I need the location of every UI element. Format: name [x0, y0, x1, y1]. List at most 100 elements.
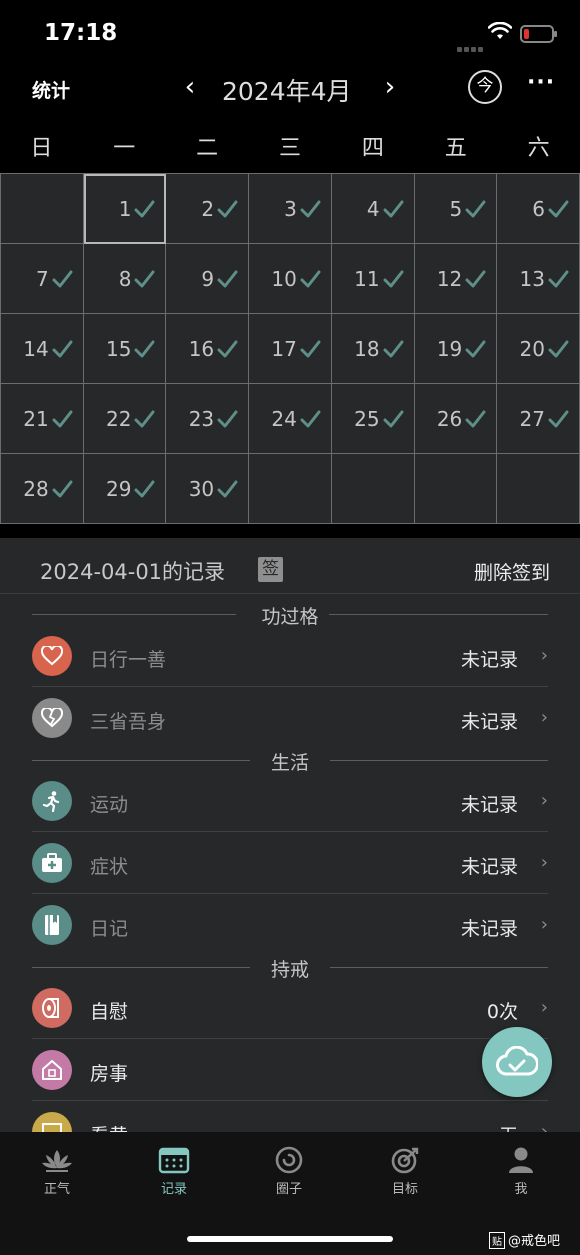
calendar-day[interactable]: 29 — [83, 454, 167, 524]
row-exercise[interactable]: 运动 未记录 › — [32, 770, 548, 832]
row-symptoms[interactable]: 症状 未记录 › — [32, 832, 548, 894]
calendar-day[interactable]: 22 — [83, 384, 167, 454]
section-life: 生活 — [32, 748, 548, 774]
calendar-day[interactable]: 20 — [497, 314, 580, 384]
calendar-day[interactable]: 8 — [83, 244, 167, 314]
calendar-day[interactable]: 27 — [497, 384, 580, 454]
row-good-deed[interactable]: 日行一善 未记录 › — [32, 625, 548, 687]
calendar-day[interactable]: 30 — [166, 454, 250, 524]
running-icon — [32, 781, 72, 821]
checkmark-icon — [216, 338, 238, 360]
calendar-day[interactable]: 26 — [414, 384, 498, 454]
calendar-day[interactable]: 1 — [83, 174, 167, 244]
calendar-day[interactable]: 6 — [497, 174, 580, 244]
calendar-empty-cell — [414, 454, 498, 524]
row-good-deed-label: 日行一善 — [90, 649, 167, 671]
checkmark-icon — [133, 198, 155, 220]
calendar-day-number: 30 — [188, 476, 215, 501]
circle-icon — [275, 1146, 303, 1174]
cloud-sync-button[interactable] — [482, 1027, 552, 1097]
row-symptoms-value: 未记录 — [460, 856, 518, 878]
calendar-day[interactable]: 9 — [166, 244, 250, 314]
checkmark-icon — [133, 268, 155, 290]
calendar-day-number: 10 — [271, 266, 297, 291]
checkmark-icon — [51, 408, 73, 430]
calendar-day-number: 16 — [188, 336, 215, 361]
calendar-header: 统计 ‹ 2024年4月 › 今 ··· — [0, 64, 580, 112]
calendar-day[interactable]: 16 — [166, 314, 250, 384]
weekday-sat: 六 — [527, 136, 550, 161]
calendar-day[interactable]: 12 — [414, 244, 498, 314]
tab-goals[interactable]: 目标 — [365, 1146, 445, 1197]
calendar-day-number: 15 — [105, 336, 132, 361]
medical-kit-icon — [32, 843, 72, 883]
calendar-day-number: 26 — [436, 406, 463, 431]
checkmark-icon — [133, 478, 155, 500]
target-icon — [391, 1147, 419, 1174]
stats-button[interactable]: 统计 — [32, 76, 70, 103]
next-month-button[interactable]: › — [378, 72, 402, 102]
checkmark-icon — [299, 338, 321, 360]
row-exercise-value: 未记录 — [460, 794, 518, 816]
checkmark-icon — [464, 198, 486, 220]
calendar-day[interactable]: 28 — [1, 454, 84, 524]
calendar-day[interactable]: 19 — [414, 314, 498, 384]
checkmark-icon — [464, 408, 486, 430]
calendar-day-number: 2 — [201, 196, 215, 221]
tab-me[interactable]: 我 — [481, 1146, 561, 1197]
calendar-day[interactable]: 3 — [249, 174, 332, 244]
row-good-deed-value: 未记录 — [460, 649, 518, 671]
calendar-day[interactable]: 11 — [331, 244, 415, 314]
calendar-day-number: 19 — [436, 336, 463, 361]
weekday-sun: 日 — [30, 136, 53, 161]
tab-records[interactable]: 记录 — [134, 1146, 214, 1197]
calendar-day[interactable]: 4 — [331, 174, 415, 244]
row-exercise-label: 运动 — [90, 794, 129, 816]
calendar-day[interactable]: 10 — [249, 244, 332, 314]
calendar-day[interactable]: 25 — [331, 384, 415, 454]
calendar-day[interactable]: 14 — [1, 314, 84, 384]
prev-month-button[interactable]: ‹ — [178, 72, 202, 102]
lotus-icon — [42, 1150, 72, 1172]
row-watch[interactable]: 看黄 无 › — [32, 1101, 548, 1132]
row-self-comfort[interactable]: 自慰 0次 › — [32, 977, 548, 1039]
more-options-button[interactable]: ··· — [527, 70, 555, 95]
delete-signin-button[interactable]: 删除签到 — [474, 558, 550, 585]
row-symptoms-label: 症状 — [90, 856, 129, 878]
calendar-day-number: 6 — [532, 196, 545, 221]
calendar-day[interactable]: 21 — [1, 384, 84, 454]
calendar-empty-cell — [497, 454, 580, 524]
weekday-mon: 一 — [113, 136, 136, 161]
row-diary[interactable]: 日记 未记录 › — [32, 894, 548, 956]
calendar-day-number: 4 — [366, 196, 380, 221]
tab-circle-label: 圈子 — [275, 1182, 302, 1197]
tab-zhengqi[interactable]: 正气 — [17, 1146, 97, 1197]
tab-records-label: 记录 — [160, 1182, 187, 1197]
signal-icon — [457, 37, 485, 52]
checkmark-icon — [382, 268, 404, 290]
wifi-icon — [488, 22, 512, 39]
calendar-day[interactable]: 13 — [497, 244, 580, 314]
calendar-day[interactable]: 18 — [331, 314, 415, 384]
calendar-day[interactable]: 15 — [83, 314, 167, 384]
calendar-day-number: 27 — [519, 406, 545, 431]
calendar-day-number: 23 — [188, 406, 215, 431]
chevron-right-icon: › — [540, 997, 548, 1018]
calendar-day[interactable]: 17 — [249, 314, 332, 384]
today-button[interactable]: 今 — [468, 70, 502, 104]
calendar-day[interactable]: 7 — [1, 244, 84, 314]
picture-icon — [32, 1112, 72, 1132]
calendar-day[interactable]: 5 — [414, 174, 498, 244]
checkmark-icon — [464, 268, 486, 290]
record-date-title: 2024-04-01的记录 — [40, 560, 226, 584]
tab-circle[interactable]: 圈子 — [249, 1146, 329, 1197]
status-time: 17:18 — [44, 20, 118, 46]
weekday-header: 日 一 二 三 四 五 六 — [0, 130, 580, 166]
checkmark-icon — [51, 478, 73, 500]
user-icon — [509, 1147, 533, 1173]
row-intimacy[interactable]: 房事 — [32, 1039, 548, 1101]
row-reflect[interactable]: 三省吾身 未记录 › — [32, 687, 548, 749]
calendar-day[interactable]: 2 — [166, 174, 250, 244]
calendar-day[interactable]: 24 — [249, 384, 332, 454]
calendar-day[interactable]: 23 — [166, 384, 250, 454]
